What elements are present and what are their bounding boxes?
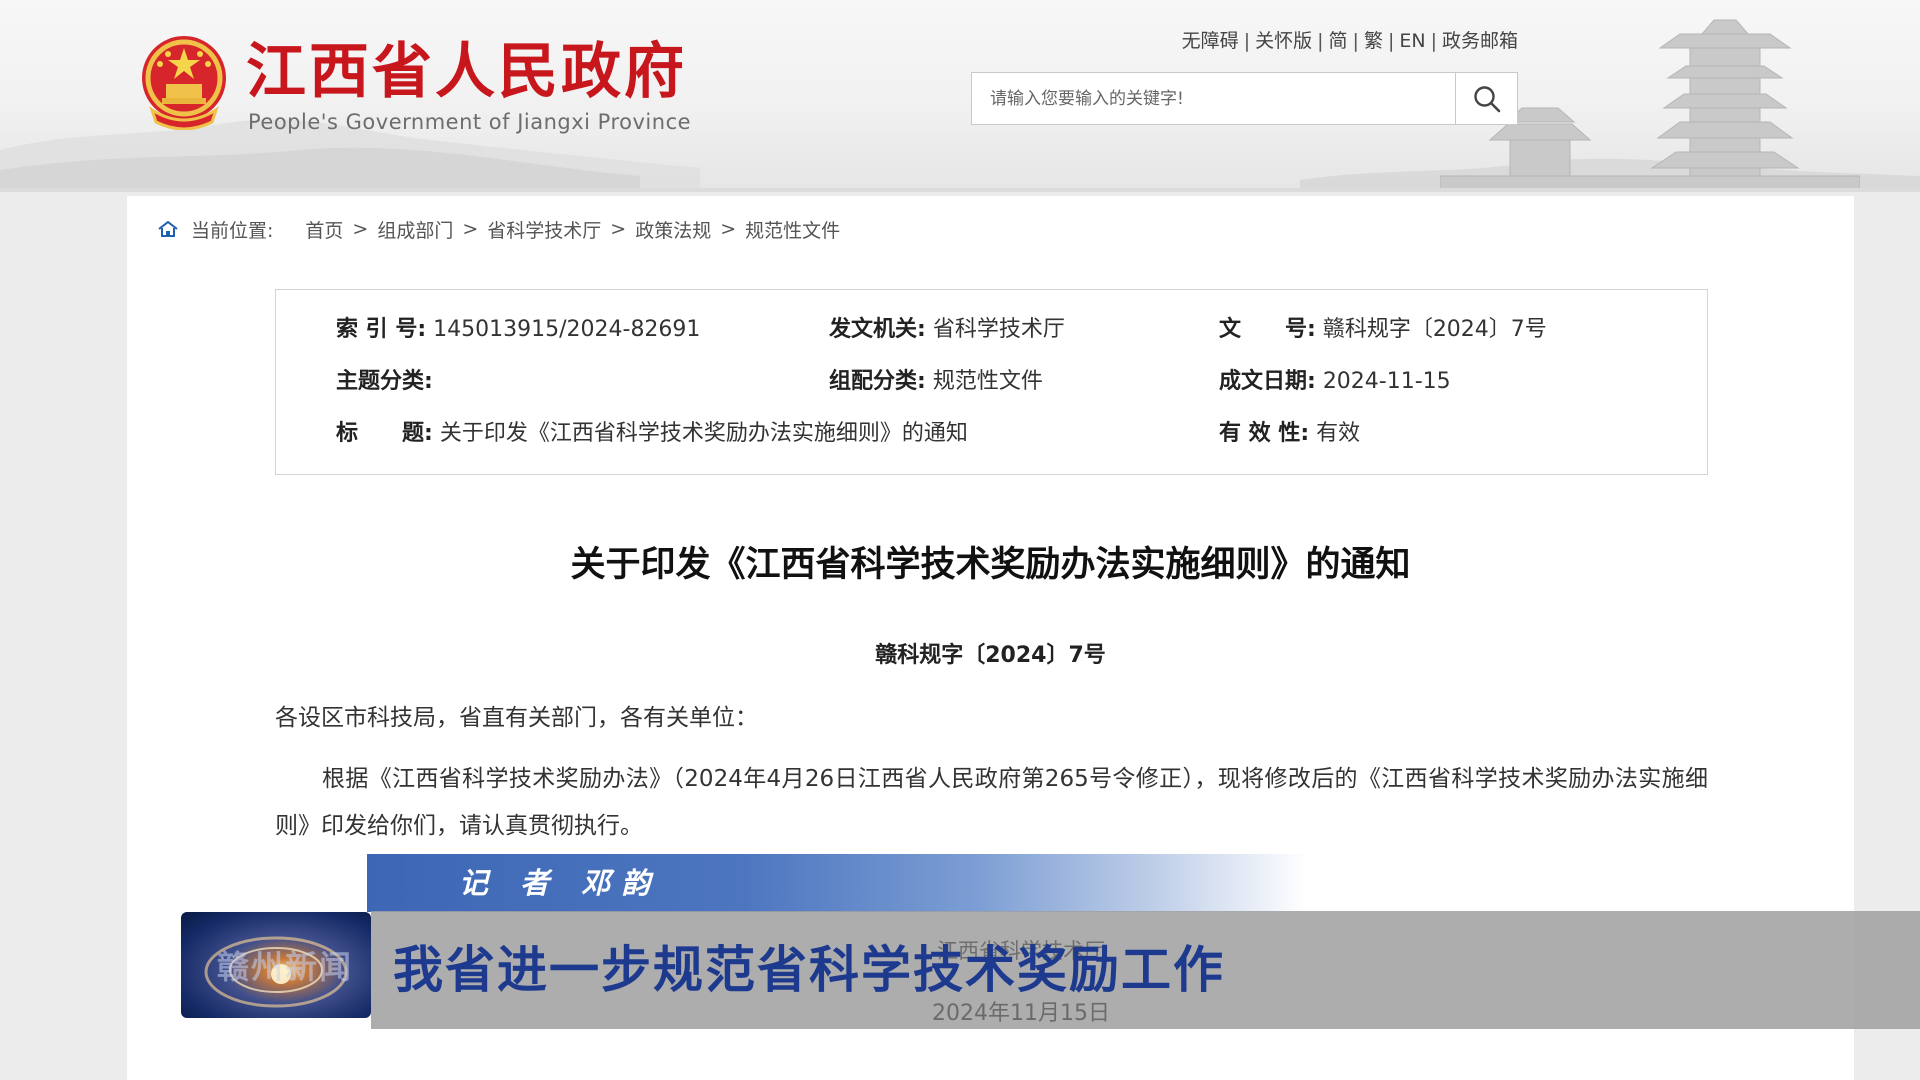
meta-title: 标 题: 关于印发《江西省科学技术奖励办法实施细则》的通知 — [336, 421, 968, 446]
news-headline: 我省进一步规范省科学技术奖励工作 — [393, 941, 1225, 999]
news-channel-logo: 赣州新闻 — [181, 912, 371, 1018]
search-input[interactable] — [972, 73, 1456, 124]
news-logo-text: 赣州新闻 — [217, 948, 354, 986]
meta-topic: 主题分类: — [336, 369, 433, 394]
reporter-caption-bar: 记 者 邓韵 — [367, 854, 1307, 912]
meta-date: 成文日期: 2024-11-15 — [1219, 369, 1451, 394]
screen: 江西省人民政府 People's Government of Jiangxi P… — [0, 0, 1920, 1080]
document-paragraph: 根据《江西省科学技术奖励办法》（2024年4月26日江西省人民政府第265号令修… — [275, 766, 1708, 839]
meta-row: 索 引 号: 145013915/2024-82691 发文机关: 省科学技术厅… — [276, 310, 1707, 350]
link-simplified[interactable]: 简 — [1329, 30, 1348, 52]
breadcrumb-normative-docs[interactable]: 规范性文件 — [745, 216, 840, 243]
breadcrumb-home[interactable]: 首页 — [305, 216, 343, 243]
document-meta-table: 索 引 号: 145013915/2024-82691 发文机关: 省科学技术厅… — [275, 289, 1708, 475]
link-separator: | — [1243, 30, 1251, 52]
link-separator: | — [1430, 30, 1437, 52]
breadcrumb-separator: > — [462, 218, 479, 240]
site-title: 江西省人民政府 — [246, 37, 687, 107]
link-traditional[interactable]: 繁 — [1364, 30, 1383, 52]
document-number: 赣科规字〔2024〕7号 — [875, 643, 1106, 668]
breadcrumb-departments[interactable]: 组成部门 — [377, 216, 453, 243]
home-icon — [157, 220, 179, 238]
search-button[interactable] — [1455, 73, 1517, 124]
meta-doc-no: 文 号: 赣科规字〔2024〕7号 — [1219, 317, 1547, 342]
meta-index-no: 索 引 号: 145013915/2024-82691 — [336, 317, 701, 342]
breadcrumb-lead: 当前位置: — [191, 219, 274, 242]
site-header: 江西省人民政府 People's Government of Jiangxi P… — [0, 0, 1920, 192]
link-accessibility[interactable]: 无障碍 — [1182, 30, 1239, 52]
link-english[interactable]: EN — [1399, 30, 1425, 52]
meta-row: 标 题: 关于印发《江西省科学技术奖励办法实施细则》的通知 有 效 性: 有效 — [276, 414, 1707, 454]
meta-row: 主题分类: 组配分类: 规范性文件 成文日期: 2024-11-15 — [276, 362, 1707, 402]
top-links: 无障碍 | 关怀版 | 简 | 繁 | EN | 政务邮箱 — [1140, 26, 1518, 53]
link-separator: | — [1317, 30, 1324, 52]
breadcrumb-policies[interactable]: 政策法规 — [635, 216, 711, 243]
meta-category: 组配分类: 规范性文件 — [829, 369, 1043, 394]
breadcrumb-separator: > — [610, 218, 627, 240]
link-gov-mail[interactable]: 政务邮箱 — [1442, 30, 1518, 52]
breadcrumb: 当前位置: 首页 > 组成部门 > 省科学技术厅 > 政策法规 > 规范性文件 — [157, 214, 840, 244]
reporter-name: 记 者 邓韵 — [459, 866, 662, 900]
document-greeting: 各设区市科技局，省直有关部门，各有关单位： — [275, 705, 758, 731]
search-icon — [1473, 85, 1500, 112]
link-separator: | — [1387, 30, 1395, 52]
search-box — [971, 72, 1518, 125]
site-subtitle: People's Government of Jiangxi Province — [248, 110, 692, 134]
news-lower-third: 江西省科学技术厅 2024年11月15日 我省进一步规范省科学技术奖励工作 — [371, 911, 1920, 1029]
document-title: 关于印发《江西省科学技术奖励办法实施细则》的通知 — [570, 545, 1411, 585]
link-elderly-mode[interactable]: 关怀版 — [1255, 30, 1312, 52]
link-separator: | — [1352, 30, 1359, 52]
meta-issuer: 发文机关: 省科学技术厅 — [829, 317, 1065, 342]
breadcrumb-science-dept[interactable]: 省科学技术厅 — [487, 216, 601, 243]
meta-validity: 有 效 性: 有效 — [1219, 421, 1361, 446]
breadcrumb-separator: > — [720, 218, 737, 240]
breadcrumb-separator: > — [352, 218, 369, 240]
national-emblem-icon — [142, 36, 226, 130]
